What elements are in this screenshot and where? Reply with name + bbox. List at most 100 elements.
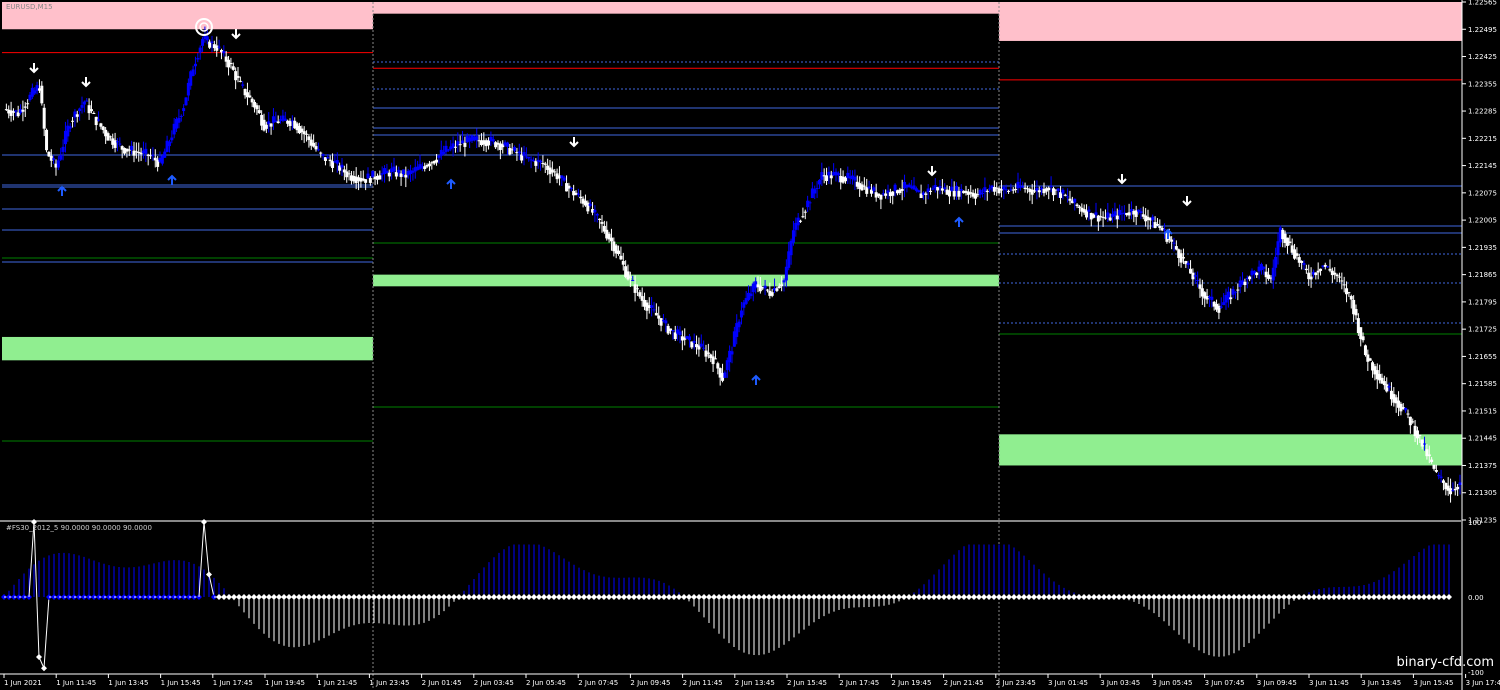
candle-body [371, 170, 375, 178]
candle-body [588, 203, 592, 206]
candle-body [777, 286, 781, 288]
time-tick-label: 1 Jun 21:45 [317, 679, 357, 687]
candle-body [68, 126, 72, 129]
candle-body [782, 280, 786, 283]
candle-body [191, 69, 195, 76]
candle-body [437, 155, 441, 158]
candle-body [1233, 291, 1237, 293]
candle-body [534, 161, 538, 166]
candle-body [1139, 211, 1143, 213]
candle-body [47, 151, 51, 157]
candle-body [1406, 413, 1410, 415]
candle-body [799, 220, 803, 222]
price-tick-label: 1.22355 [1468, 80, 1497, 88]
candle-body [59, 155, 63, 160]
time-tick-label: 3 Jun 13:45 [1361, 679, 1401, 687]
time-tick-label: 3 Jun 03:45 [1100, 679, 1140, 687]
candle-body [108, 136, 112, 138]
candle-body [198, 47, 202, 53]
candle-body [508, 148, 512, 155]
signal-up-arrow [1163, 228, 1173, 239]
time-tick-label: 3 Jun 01:45 [1048, 679, 1088, 687]
candle-body [553, 171, 557, 173]
candle-body [730, 351, 734, 355]
candle-body [1170, 239, 1174, 242]
candle-body [1229, 297, 1233, 300]
candle-body [1328, 268, 1332, 271]
candle-body [659, 318, 663, 326]
time-tick-label: 3 Jun 17:45 [1466, 679, 1500, 687]
candle-body [1458, 482, 1462, 485]
candle-body [231, 66, 235, 70]
candle-body [1075, 204, 1079, 207]
candle-body [335, 160, 339, 164]
candle-body [562, 177, 566, 181]
oscillator-line [28, 521, 35, 598]
oscillator-tick-label: 100 [1468, 519, 1481, 527]
candle-body [815, 188, 819, 190]
candle-body [808, 202, 812, 204]
demand-zone [2, 336, 373, 361]
candle-body [236, 76, 240, 78]
candle-body [867, 186, 871, 189]
candle-body [791, 230, 795, 243]
candle-body [394, 172, 398, 177]
time-tick-label: 1 Jun 13:45 [108, 679, 148, 687]
candle-body [1004, 189, 1008, 191]
watermark: binary-cfd.com [1396, 655, 1494, 670]
supply-zone [999, 2, 1462, 41]
candle-body [784, 266, 788, 281]
candle-body [1049, 185, 1053, 187]
time-tick-label: 1 Jun 11:45 [56, 679, 96, 687]
candle-body [879, 194, 883, 200]
candle-body [739, 310, 743, 318]
candle-body [1404, 407, 1408, 411]
price-tick-label: 1.21655 [1468, 353, 1497, 361]
candle-body [475, 136, 479, 141]
supply-zone [373, 2, 999, 14]
candle-body [671, 330, 675, 332]
candle-body [929, 190, 933, 192]
oscillator-line [43, 596, 50, 669]
candle-body [569, 187, 573, 189]
candle-body [692, 340, 696, 343]
candle-body [1456, 486, 1460, 490]
candle-body [1271, 267, 1275, 281]
candle-body [312, 142, 316, 147]
candle-body [829, 175, 833, 179]
candle-body [316, 149, 320, 151]
time-tick-label: 2 Jun 23:45 [996, 679, 1036, 687]
candle-body [1333, 272, 1337, 275]
candle-body [985, 190, 989, 192]
indicator-label: #FS30_2012_5 90.0000 90.0000 90.0000 [6, 524, 152, 532]
candle-body [1210, 296, 1214, 300]
candle-body [1363, 345, 1367, 356]
time-tick-label: 3 Jun 09:45 [1257, 679, 1297, 687]
time-tick-label: 1 Jun 19:45 [265, 679, 305, 687]
candle-body [269, 123, 273, 127]
candle-body [598, 218, 602, 221]
candle-body [23, 106, 27, 108]
candle-body [1087, 209, 1091, 212]
candle-body [368, 177, 372, 183]
candle-body [955, 185, 959, 191]
candle-body [952, 190, 956, 197]
oscillator-tick-label: -100 [1468, 669, 1484, 677]
signal-up-arrow [167, 174, 177, 185]
candle-body [1243, 281, 1247, 286]
candle-body [14, 110, 18, 112]
candle-body [713, 358, 717, 360]
candle-body [1385, 384, 1389, 392]
candle-body [1155, 224, 1159, 226]
candle-body [609, 237, 613, 242]
candle-body [401, 169, 405, 175]
oscillator-line [33, 521, 40, 658]
candle-body [314, 146, 318, 150]
candle-body [347, 173, 351, 175]
time-tick-label: 2 Jun 21:45 [944, 679, 984, 687]
candle-body [184, 97, 188, 106]
candle-body [938, 186, 942, 188]
candle-body [1073, 198, 1077, 203]
demand-zone [373, 274, 999, 287]
candle-body [1432, 464, 1436, 469]
